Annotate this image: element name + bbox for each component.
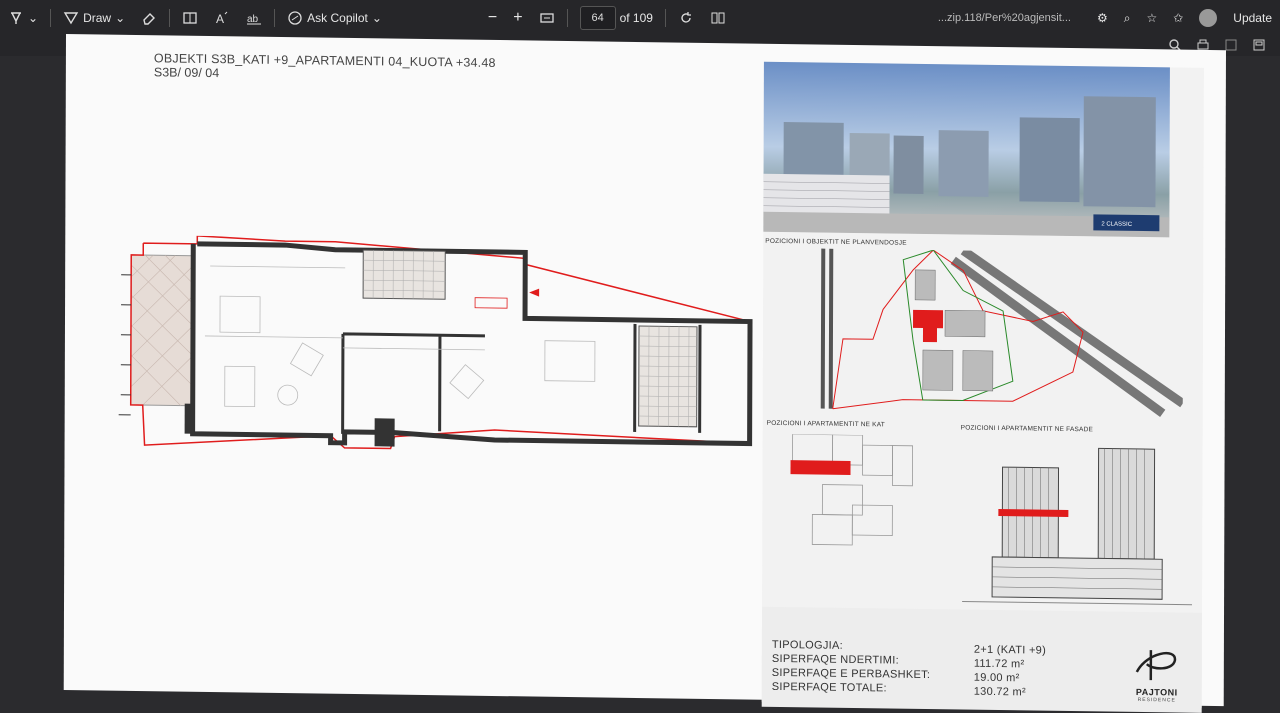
- star-icon: ☆: [1146, 11, 1158, 25]
- facade-elevation: [962, 447, 1193, 606]
- draw-button[interactable]: Draw ⌄: [55, 10, 133, 26]
- translate-button[interactable]: ab: [238, 10, 270, 26]
- building-render-photo: 2 CLASSIC: [763, 61, 1170, 238]
- floor-plan: [118, 235, 753, 450]
- extensions-button[interactable]: ⚙: [1089, 11, 1116, 25]
- page-view-button[interactable]: [174, 10, 206, 26]
- minus-icon: −: [487, 9, 498, 26]
- divider: [664, 9, 666, 27]
- save-icon[interactable]: [1224, 38, 1238, 52]
- erase-button[interactable]: [133, 10, 165, 26]
- photo-sign: 2 CLASSIC: [1101, 221, 1132, 227]
- site-plan: [820, 247, 1184, 417]
- favorite-button[interactable]: ☆: [1138, 11, 1165, 25]
- draw-label: Draw: [83, 11, 112, 25]
- draw-icon: [63, 12, 79, 25]
- pdf-page: OBJEKTI S3B_KATI +9_APARTAMENTI 04_KUOTA…: [63, 34, 1226, 713]
- chevron-down-icon: ⌄: [371, 11, 382, 25]
- save-as-icon[interactable]: [1252, 38, 1266, 52]
- page-number-input[interactable]: 64: [579, 6, 616, 30]
- highlighter-icon: [11, 12, 21, 24]
- perbashket-label: SIPERFAQE E PERBASHKET:: [771, 666, 931, 682]
- caption-floor: POZICIONI I APARTAMENTIT NE KAT: [766, 419, 885, 429]
- divider: [169, 9, 171, 27]
- divider: [566, 9, 568, 27]
- right-panel: 2 CLASSIC POZICIONI I OBJEKTIT NE PLANVE…: [761, 61, 1204, 713]
- eraser-icon: [143, 13, 156, 25]
- browser-search-button[interactable]: ⌕: [1116, 11, 1139, 26]
- translate-icon: ab: [247, 14, 262, 25]
- two-page-button[interactable]: [702, 10, 734, 26]
- read-aloud-button[interactable]: A: [206, 10, 238, 26]
- read-aloud-icon: A: [216, 11, 228, 26]
- totale-value: 130.72 m²: [973, 685, 1026, 699]
- pajtoni-logo: PAJTONI RESIDENCE: [1122, 642, 1192, 704]
- page-number-field[interactable]: 64 of 109: [572, 6, 661, 30]
- file-name: ...zip.118/Per%20agjensit...: [937, 12, 1071, 24]
- copilot-label: Ask Copilot: [307, 11, 368, 25]
- favorites-icon: ✩: [1173, 11, 1184, 25]
- two-page-icon: [711, 12, 725, 24]
- fit-width-icon: [539, 13, 554, 23]
- favorites-bar-button[interactable]: ✩: [1165, 11, 1191, 25]
- tipologjia-label: TIPOLOGJIA:: [771, 638, 844, 652]
- highlight-tool[interactable]: ⌄: [0, 10, 46, 26]
- update-label: Update: [1233, 11, 1272, 25]
- book-icon: [183, 12, 197, 24]
- chevron-down-icon: ⌄: [28, 11, 39, 25]
- logo-subtitle: RESIDENCE: [1137, 696, 1176, 704]
- perbashket-value: 19.00 m²: [973, 671, 1020, 685]
- rotate-button[interactable]: [670, 10, 702, 26]
- extensions-icon: ⚙: [1096, 11, 1108, 25]
- svg-text:A: A: [216, 12, 224, 26]
- fit-page-button[interactable]: [531, 10, 563, 26]
- rotate-icon: [681, 12, 691, 23]
- zoom-icon: ⌕: [1123, 10, 1131, 25]
- plus-icon: +: [513, 9, 523, 26]
- caption-facade: POZICIONI I APARTAMENTIT NE FASADE: [960, 424, 1094, 434]
- avatar: [1199, 9, 1218, 27]
- copilot-icon: [288, 11, 302, 25]
- pdf-toolbar: ⌄ Draw ⌄ A ab Ask Copilot ⌄ − + 64 of 10…: [0, 0, 1280, 36]
- sheet-code: S3B/ 09/ 04: [153, 65, 220, 81]
- logo-mark-icon: [1135, 650, 1177, 681]
- tipologjia-value: 2+1 (KATI +9): [973, 643, 1047, 657]
- divider: [50, 9, 52, 27]
- ndertimi-label: SIPERFAQE NDERTIMI:: [771, 652, 900, 667]
- zoom-in-button[interactable]: +: [505, 9, 530, 27]
- floor-position-plan: [790, 434, 913, 546]
- chevron-down-icon: ⌄: [115, 11, 126, 25]
- divider: [274, 9, 276, 27]
- ask-copilot-button[interactable]: Ask Copilot ⌄: [279, 10, 390, 26]
- zoom-out-button[interactable]: −: [480, 9, 505, 27]
- profile-button[interactable]: [1191, 9, 1225, 27]
- building-render: 2 CLASSIC: [763, 96, 1170, 238]
- totale-label: SIPERFAQE TOTALE:: [771, 680, 887, 695]
- page-total: of 109: [619, 11, 653, 25]
- update-button[interactable]: Update: [1225, 11, 1280, 25]
- svg-text:ab: ab: [247, 14, 259, 25]
- ndertimi-value: 111.72 m²: [973, 657, 1025, 671]
- caption-site: POZICIONI I OBJEKTIT NE PLANVENDOSJE: [765, 237, 907, 247]
